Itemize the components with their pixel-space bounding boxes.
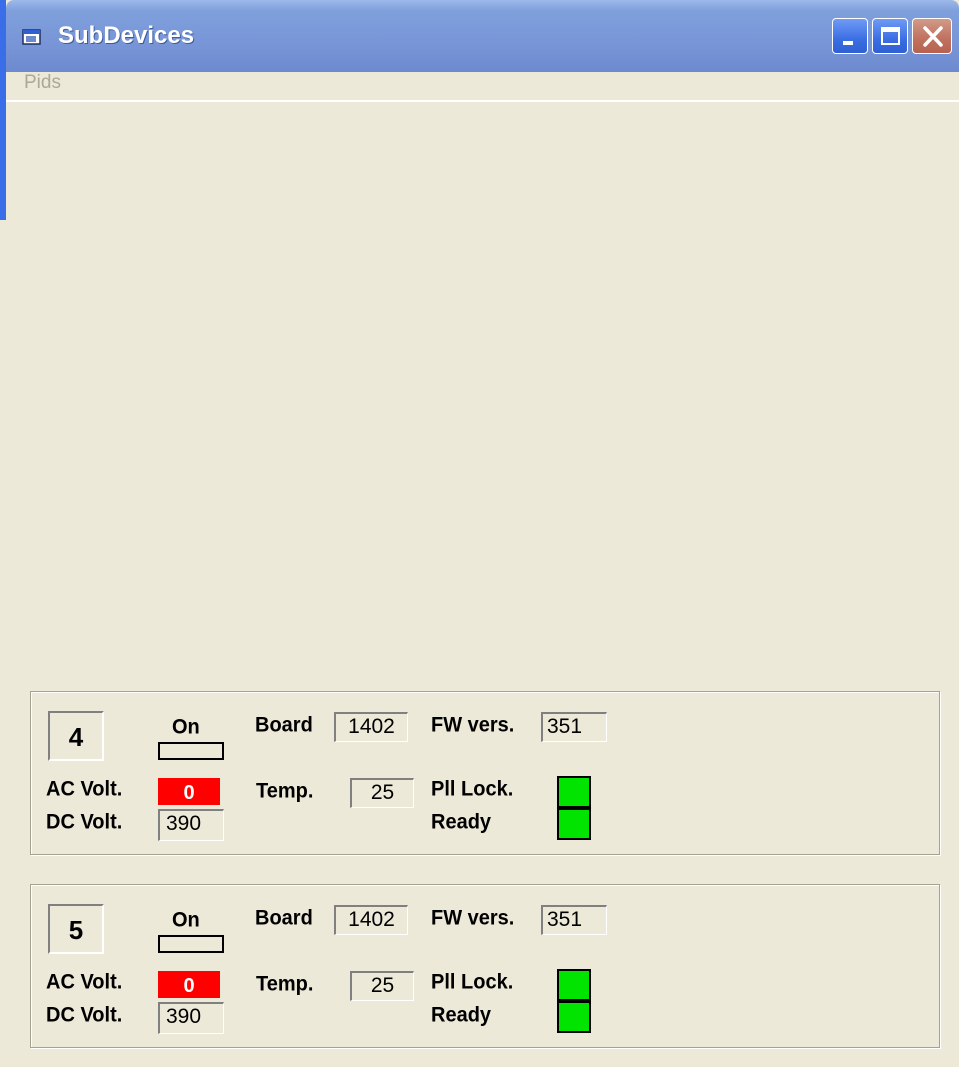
fw-vers-label: FW vers.: [431, 906, 515, 930]
dc-volt-value: 390: [158, 1002, 224, 1034]
pll-lock-led: [557, 969, 591, 1001]
temp-value: 25: [350, 778, 414, 808]
ready-led: [557, 808, 591, 840]
pll-lock-label: Pll Lock.: [431, 970, 514, 994]
ready-label: Ready: [431, 1003, 492, 1027]
minimize-button[interactable]: [832, 18, 868, 54]
board-label: Board: [255, 906, 313, 930]
pll-lock-led: [557, 776, 591, 808]
dc-volt-value: 390: [158, 809, 224, 841]
on-indicator: [158, 935, 224, 953]
fw-vers-label: FW vers.: [431, 713, 515, 737]
minimize-icon: [843, 41, 853, 45]
window-left-edge: [0, 0, 6, 1067]
maximize-icon: [881, 27, 900, 45]
board-value: 1402: [334, 712, 408, 742]
ready-led: [557, 1001, 591, 1033]
close-button[interactable]: [912, 18, 952, 54]
temp-label: Temp.: [256, 779, 314, 803]
temp-value: 25: [350, 971, 414, 1001]
on-label: On: [172, 715, 200, 739]
pll-lock-label: Pll Lock.: [431, 777, 514, 801]
ready-label: Ready: [431, 810, 492, 834]
board-label: Board: [255, 713, 313, 737]
on-indicator: [158, 742, 224, 760]
device-id: 5: [48, 904, 104, 954]
device-panel: 4 On Board 1402 FW vers. 351 AC Volt. 0 …: [30, 691, 940, 855]
ac-volt-value: 0: [158, 778, 220, 805]
temp-label: Temp.: [256, 972, 314, 996]
dc-volt-label: DC Volt.: [46, 1003, 123, 1027]
fw-vers-value: 351: [541, 712, 607, 742]
maximize-button[interactable]: [872, 18, 908, 54]
fw-vers-value: 351: [541, 905, 607, 935]
app-window-icon: [22, 28, 44, 46]
dc-volt-label: DC Volt.: [46, 810, 123, 834]
board-value: 1402: [334, 905, 408, 935]
window-title: SubDevices: [58, 22, 195, 49]
device-panel: 5 On Board 1402 FW vers. 351 AC Volt. 0 …: [30, 884, 940, 1048]
menu-bar: Pids: [6, 72, 959, 102]
title-bar[interactable]: SubDevices: [6, 0, 959, 72]
on-label: On: [172, 908, 200, 932]
menu-item-pids[interactable]: Pids: [24, 72, 61, 94]
ac-volt-label: AC Volt.: [46, 777, 123, 801]
close-icon: [923, 26, 943, 47]
ac-volt-value: 0: [158, 971, 220, 998]
ac-volt-label: AC Volt.: [46, 970, 123, 994]
device-id: 4: [48, 711, 104, 761]
